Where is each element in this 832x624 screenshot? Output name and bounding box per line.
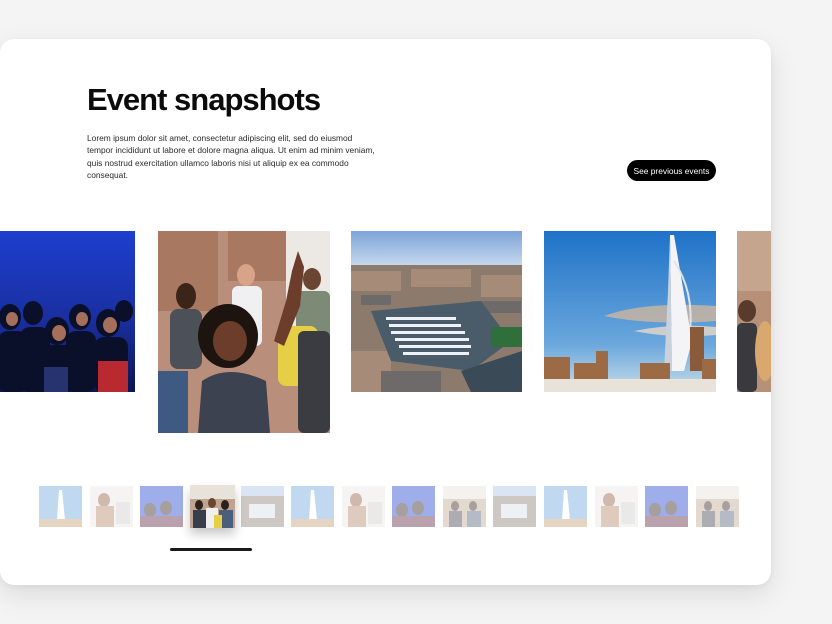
thumbnail[interactable] [90,486,133,527]
seminar-partial-image [737,231,771,392]
section-description: Lorem ipsum dolor sit amet, consectetur … [87,133,375,180]
section-title: Event snapshots [87,82,321,117]
thumbnail[interactable] [392,486,435,527]
woman-raising-hand-image [158,231,330,433]
thumbnail[interactable] [241,486,284,527]
spinnaker-tower-image [544,231,716,392]
thumbnail[interactable] [493,486,536,527]
thumbnail[interactable] [140,486,183,527]
thumbnail[interactable] [39,486,82,527]
slide-woman-raising-hand[interactable] [158,231,330,433]
see-previous-events-button[interactable]: See previous events [627,160,716,181]
slide-conference-audience[interactable] [0,231,135,392]
thumbnail[interactable] [342,486,385,527]
thumbnail-active[interactable] [190,485,235,528]
harbour-aerial-image [351,231,522,392]
conference-audience-image [0,231,135,392]
slide-spinnaker-tower[interactable] [544,231,716,392]
thumbnail[interactable] [544,486,587,527]
carousel-progress-indicator[interactable] [170,548,252,551]
thumbnail[interactable] [696,486,739,527]
slide-seminar-partial[interactable] [737,231,771,392]
thumbnail[interactable] [443,486,486,527]
thumbnail[interactable] [291,486,334,527]
thumbnail-strip [0,485,771,529]
slide-harbour-aerial[interactable] [351,231,522,392]
thumbnail[interactable] [595,486,638,527]
thumbnail[interactable] [645,486,688,527]
event-snapshots-card: Event snapshots Lorem ipsum dolor sit am… [0,39,771,585]
